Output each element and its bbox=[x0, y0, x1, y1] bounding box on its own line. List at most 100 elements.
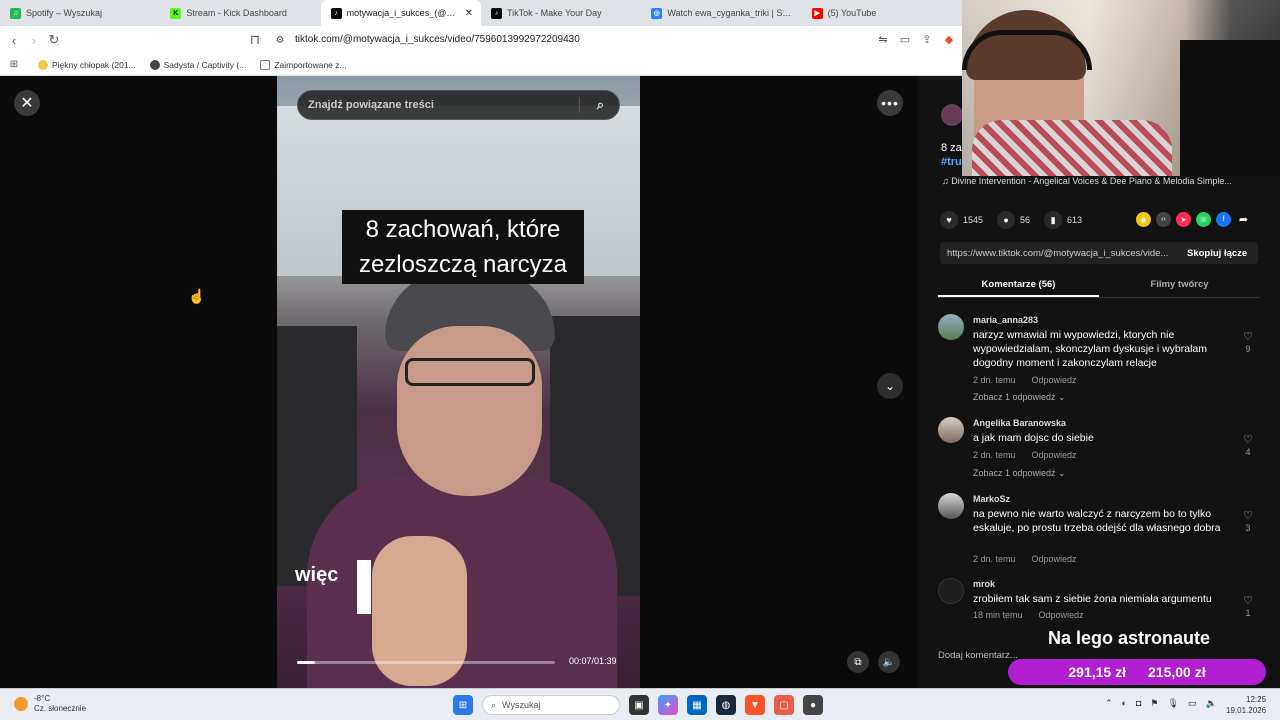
comment-username[interactable]: mrok bbox=[973, 579, 995, 589]
tray-app-icon[interactable]: ◐ bbox=[1122, 698, 1127, 709]
view-replies-button[interactable]: Zobacz 1 odpowiedź ⌄ bbox=[973, 468, 1066, 479]
steam-icon[interactable]: ◍ bbox=[716, 695, 736, 715]
close-tab-icon[interactable]: ✕ bbox=[465, 8, 473, 19]
like-button[interactable]: ♥ 1545 bbox=[940, 211, 983, 229]
save-button[interactable]: ▮ 613 bbox=[1044, 211, 1082, 229]
reload-icon[interactable]: ↻ bbox=[44, 30, 64, 50]
share-arrow-icon[interactable]: ➦ bbox=[1236, 212, 1251, 227]
view-replies-button[interactable]: Zobacz 1 odpowiedź ⌄ bbox=[973, 392, 1066, 403]
tab-youtube[interactable]: ▶ (5) YouTube bbox=[802, 0, 962, 26]
tab-kick[interactable]: K Stream - Kick Dashboard bbox=[160, 0, 320, 26]
comment-like-button[interactable]: ♡ 3 bbox=[1240, 509, 1256, 533]
volume-icon[interactable]: 🔈 bbox=[878, 651, 900, 673]
more-options-icon[interactable]: ••• bbox=[877, 90, 903, 116]
comment-button[interactable]: ● 56 bbox=[997, 211, 1030, 229]
site-settings-icon[interactable]: ⚙ bbox=[270, 30, 290, 50]
cast-icon[interactable]: ▭ bbox=[898, 32, 912, 46]
comment-text: a jak mam dojsc do siebie bbox=[973, 432, 1094, 444]
bookmark-icon[interactable]: ⊓ bbox=[245, 30, 265, 50]
video-progress-bar[interactable] bbox=[297, 661, 555, 664]
heart-outline-icon: ♡ bbox=[1243, 434, 1253, 446]
brave-icon[interactable]: ▼ bbox=[745, 695, 765, 715]
tab-streamable[interactable]: ◎Watch ewa_cyganka_triki | Streamab bbox=[641, 0, 801, 26]
url-field[interactable]: tiktok.com/@motywacja_i_sukces/video/759… bbox=[295, 34, 580, 45]
forward-icon[interactable]: › bbox=[24, 30, 44, 50]
hashtag-link[interactable]: #tru bbox=[941, 156, 962, 168]
apps-grid-icon[interactable]: ⊞ bbox=[4, 55, 24, 75]
related-search-input[interactable]: Znajdź powiązane treści ⌕ bbox=[297, 90, 620, 120]
video-time: 00:07/01:39 bbox=[569, 656, 617, 666]
progress-fill bbox=[297, 661, 316, 664]
windows-start-icon[interactable]: ⊞ bbox=[453, 695, 473, 715]
security-icon[interactable]: ⚑ bbox=[1150, 698, 1158, 709]
video-scene-face bbox=[397, 326, 542, 496]
donation-goal-bar: 291,15 zł 215,00 zł bbox=[1008, 659, 1266, 685]
copy-link-button[interactable]: Skopiuj łącze bbox=[1187, 248, 1247, 259]
music-link[interactable]: ♫ Divine Intervention - Angelical Voices… bbox=[942, 176, 1260, 186]
comment-tabs: Komentarze (56) Filmy twórcy bbox=[938, 276, 1260, 298]
facebook-icon[interactable]: f bbox=[1216, 212, 1231, 227]
comment-avatar[interactable] bbox=[938, 493, 964, 519]
chevron-up-icon[interactable]: ⌃ bbox=[1105, 698, 1113, 709]
brave-shield-icon[interactable]: ◆ bbox=[942, 32, 956, 46]
copilot-icon[interactable]: ✦ bbox=[658, 695, 678, 715]
share-link-url[interactable]: https://www.tiktok.com/@motywacja_i_sukc… bbox=[947, 248, 1179, 259]
video-subtitle: więc bbox=[295, 564, 339, 586]
whatsapp-icon[interactable]: ☏ bbox=[1196, 212, 1211, 227]
share-icon[interactable]: ⇪ bbox=[920, 32, 934, 46]
weather-widget[interactable]: -8°C Cz. słonecznie bbox=[14, 694, 86, 714]
speaker-icon[interactable]: 🔈 bbox=[1205, 698, 1216, 709]
heart-outline-icon: ♡ bbox=[1243, 331, 1253, 343]
comment-avatar[interactable] bbox=[938, 417, 964, 443]
network-icon[interactable]: ▭ bbox=[1188, 698, 1197, 709]
tab-tiktok[interactable]: ♪ TikTok - Make Your Day bbox=[481, 0, 641, 26]
comment-avatar[interactable] bbox=[938, 578, 964, 604]
miniplayer-icon[interactable]: ⧉ bbox=[847, 651, 869, 673]
bookmark-item[interactable]: Sadysta / Captivity (... bbox=[149, 59, 246, 70]
app-icon[interactable]: ▢ bbox=[774, 695, 794, 715]
back-icon[interactable]: ‹ bbox=[4, 30, 24, 50]
comment-username[interactable]: Angelika Baranowska bbox=[973, 418, 1066, 428]
tab-spotify[interactable]: ♫ Spotify – Wyszukaj bbox=[0, 0, 160, 26]
subtitle-cursor bbox=[357, 560, 371, 614]
comment-like-button[interactable]: ♡ 1 bbox=[1240, 594, 1256, 618]
reply-button[interactable]: Odpowiedz bbox=[1032, 375, 1077, 385]
store-icon[interactable]: ▦ bbox=[687, 695, 707, 715]
video-player[interactable]: 8 zachowań, które zezloszczą narcyza wię… bbox=[277, 76, 640, 688]
tab-comments[interactable]: Komentarze (56) bbox=[938, 276, 1099, 297]
bookmark-favicon-icon bbox=[149, 59, 160, 70]
close-icon[interactable]: ✕ bbox=[14, 90, 40, 116]
microphone-icon[interactable]: 🎙 bbox=[1168, 698, 1179, 709]
comment-icon: ● bbox=[997, 211, 1016, 229]
screen: ♫ Spotify – Wyszukaj K Stream - Kick Dashb… bbox=[0, 0, 1280, 720]
tab-tiktok-active[interactable]: ♪ motywacja_i_sukces_(@mot ✕ bbox=[320, 0, 481, 26]
engagement-stats: ♥ 1545 ● 56 ▮ 613 bbox=[940, 211, 1096, 229]
comment-username[interactable]: maria_anna283 bbox=[973, 315, 1038, 325]
reply-button[interactable]: Odpowiedz bbox=[1032, 554, 1077, 564]
bookmark-folder[interactable]: Zaimportowane z... bbox=[260, 59, 347, 70]
streamable-icon: ◎ bbox=[651, 7, 663, 19]
search-icon[interactable]: ⌕ bbox=[579, 97, 609, 113]
bookmark-item[interactable]: Piękny chłopak (201... bbox=[38, 59, 136, 70]
creator-avatar[interactable] bbox=[941, 104, 963, 126]
clock[interactable]: 12:25 19.01.2026 bbox=[1226, 694, 1266, 716]
embed-icon[interactable]: ‹› bbox=[1156, 212, 1171, 227]
comment-like-button[interactable]: ♡ 4 bbox=[1240, 433, 1256, 457]
camera-icon[interactable]: ◘ bbox=[1136, 698, 1141, 709]
comment-avatar[interactable] bbox=[938, 314, 964, 340]
chevron-down-icon[interactable]: ⌄ bbox=[877, 373, 903, 399]
comment-like-button[interactable]: ♡ 9 bbox=[1240, 330, 1256, 354]
tab-creator-videos[interactable]: Filmy twórcy bbox=[1099, 276, 1260, 297]
comment-username[interactable]: MarkoSz bbox=[973, 494, 1010, 504]
reply-button[interactable]: Odpowiedz bbox=[1032, 450, 1077, 460]
task-view-icon[interactable]: ▣ bbox=[629, 695, 649, 715]
video-caption: 8 zachowań, które zezloszczą narcyza bbox=[342, 210, 584, 284]
send-icon[interactable]: ➤ bbox=[1176, 212, 1191, 227]
add-comment-input[interactable]: Dodaj komentarz... bbox=[938, 650, 1018, 661]
taskbar-search[interactable]: ⌕ Wyszukaj bbox=[482, 695, 620, 715]
discord-icon[interactable]: ● bbox=[803, 695, 823, 715]
coin-icon[interactable]: ◉ bbox=[1136, 212, 1151, 227]
heart-icon: ♥ bbox=[940, 211, 958, 229]
reply-button[interactable]: Odpowiedz bbox=[1039, 610, 1084, 620]
translate-icon[interactable]: ⇋ bbox=[876, 32, 890, 46]
